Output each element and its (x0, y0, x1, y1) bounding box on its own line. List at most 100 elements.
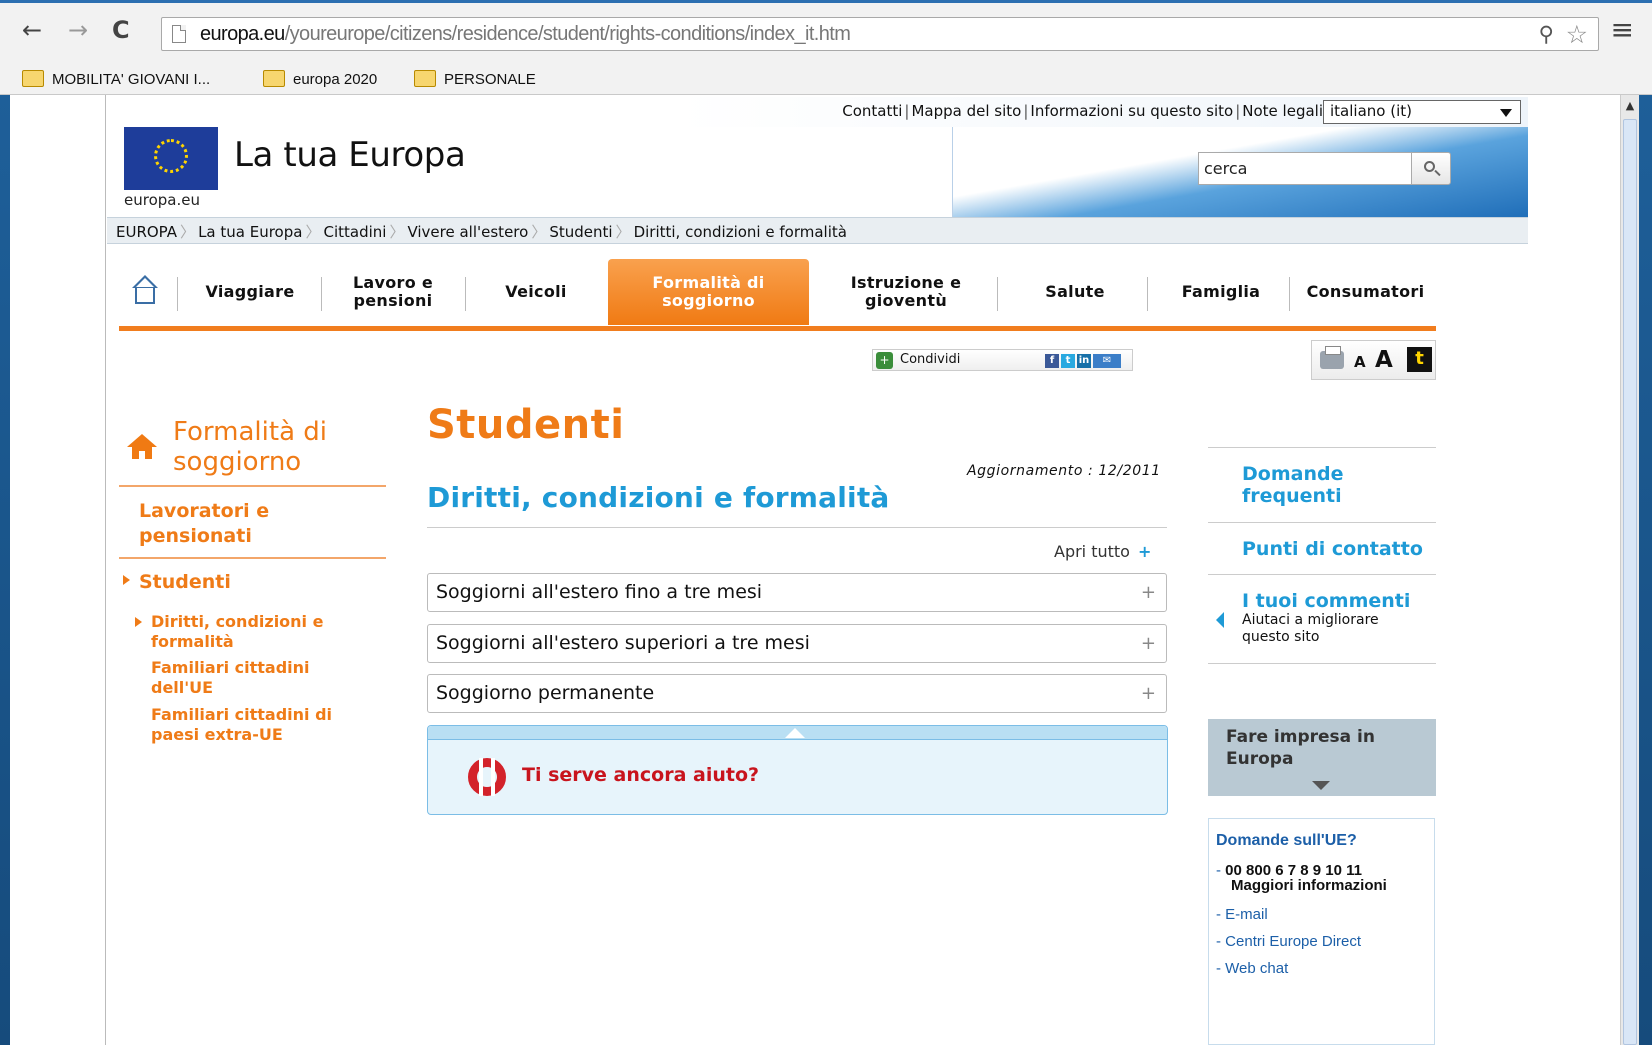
collapse-arrow-icon[interactable] (785, 728, 805, 738)
window-frame-left (0, 95, 10, 1045)
linkedin-icon[interactable]: in (1077, 354, 1091, 368)
search-button[interactable] (1411, 152, 1451, 185)
expand-icon: + (1140, 633, 1156, 654)
sidebar-title[interactable]: Formalità di soggiorno (173, 417, 393, 477)
font-small-button[interactable]: A (1354, 353, 1366, 371)
more-info-link[interactable]: Maggiori informazioni (1231, 878, 1387, 894)
bookmark-europa-2020[interactable]: europa 2020 (263, 70, 377, 92)
bookmark-personale[interactable]: PERSONALE (414, 70, 536, 92)
crumb-cittadini[interactable]: Cittadini (323, 223, 386, 241)
nav-underline (119, 326, 1436, 331)
link-note-legali[interactable]: Note legali (1242, 102, 1323, 120)
feedback-arrow-icon (1216, 612, 1224, 628)
text-version-button[interactable]: t (1407, 347, 1432, 372)
main-nav: Viaggiare Lavoro e pensioni Veicoli Form… (119, 259, 1436, 331)
page-subtitle: Diritti, condizioni e formalità (427, 481, 890, 514)
share-label: Condividi (900, 352, 961, 367)
section-home-icon (127, 434, 157, 460)
breadcrumb: EUROPA 〉 La tua Europa 〉 Cittadini 〉 Vivere al… (107, 217, 1528, 244)
expand-icon: + (1140, 683, 1156, 704)
crumb-la-tua-europa[interactable]: La tua Europa (198, 223, 302, 241)
right-divider (1208, 663, 1436, 664)
feedback-link[interactable]: I tuoi commenti (1242, 590, 1410, 612)
email-icon[interactable]: ✉ (1093, 354, 1121, 368)
expand-icon: + (1140, 582, 1156, 603)
site-title[interactable]: La tua Europa (234, 135, 466, 175)
facebook-icon[interactable]: f (1045, 354, 1059, 368)
business-label: Fare impresa in Europa (1226, 727, 1375, 769)
lifebuoy-icon (468, 758, 506, 796)
link-contatti[interactable]: Contatti (842, 102, 902, 120)
folder-icon (263, 70, 285, 87)
nav-formalita-soggiorno[interactable]: Formalità di soggiorno (608, 259, 809, 325)
nav-viaggiare[interactable]: Viaggiare (189, 259, 311, 325)
zoom-icon[interactable]: ⚲ (1539, 22, 1554, 46)
scroll-up-icon[interactable]: ▲ (1623, 99, 1637, 113)
font-large-button[interactable]: A (1375, 347, 1393, 373)
open-all-button[interactable]: Apri tutto + (1054, 542, 1151, 561)
address-bar[interactable]: europa.eu/youreurope/citizens/residence/… (161, 17, 1599, 51)
crumb-studenti[interactable]: Studenti (549, 223, 612, 241)
nav-consumatori[interactable]: Consumatori (1295, 259, 1436, 325)
sidebar-item-lavoratori[interactable]: Lavoratori e pensionati (139, 499, 339, 549)
folder-icon (414, 70, 436, 87)
dropdown-arrow-icon (1500, 109, 1512, 117)
share-icon: + (876, 352, 893, 369)
business-panel[interactable]: Fare impresa in Europa (1208, 719, 1436, 796)
page-tools: A A t (1311, 340, 1436, 380)
scroll-thumb[interactable] (1623, 119, 1637, 1045)
nav-istruzione-gioventu[interactable]: Istruzione e gioventù (821, 259, 991, 325)
folder-icon (22, 70, 44, 87)
nav-veicoli[interactable]: Veicoli (477, 259, 595, 325)
menu-icon[interactable]: ≡ (1611, 16, 1634, 44)
page: Contatti | Mappa del sito | Informazioni su … (107, 97, 1528, 1045)
url-text: europa.eu/youreurope/citizens/residence/… (200, 23, 851, 45)
nav-lavoro-pensioni[interactable]: Lavoro e pensioni (333, 259, 453, 325)
language-value: italiano (it) (1330, 102, 1412, 120)
print-icon[interactable] (1320, 346, 1344, 369)
bookmark-mobilita[interactable]: MOBILITA' GIOVANI I... (22, 70, 210, 92)
updated-date: Aggiornamento : 12/2011 (967, 463, 1161, 479)
share-widget[interactable]: + Condividi f t in ✉ (872, 349, 1133, 371)
window-frame-right (1639, 95, 1652, 1045)
accordion-item[interactable]: Soggiorni all'estero fino a tre mesi + (427, 573, 1167, 612)
europe-direct-link[interactable]: - Centri Europe Direct (1216, 934, 1361, 950)
crumb-current: Diritti, condizioni e formalità (633, 223, 847, 241)
home-icon[interactable] (131, 275, 159, 305)
link-informazioni[interactable]: Informazioni su questo sito (1030, 102, 1233, 120)
chevron-down-icon (1312, 781, 1330, 790)
sidebar-item-studenti[interactable]: Studenti (139, 570, 231, 595)
email-link[interactable]: - E-mail (1216, 907, 1268, 923)
crumb-vivere-estero[interactable]: Vivere all'estero (407, 223, 528, 241)
sidebar-sub-familiari-ue[interactable]: Familiari cittadini dell'UE (151, 658, 361, 698)
accordion-item[interactable]: Soggiorni all'estero superiori a tre mes… (427, 624, 1167, 663)
reload-icon[interactable]: C (112, 17, 130, 43)
subtitle-divider (427, 527, 1167, 528)
twitter-icon[interactable]: t (1061, 354, 1075, 368)
back-icon[interactable]: ← (22, 17, 42, 43)
eu-flag-logo[interactable] (124, 127, 218, 190)
bookmarks-bar: MOBILITA' GIOVANI I... europa 2020 PERSO… (0, 64, 1652, 95)
nav-famiglia[interactable]: Famiglia (1159, 259, 1283, 325)
help-label[interactable]: Ti serve ancora aiuto? (522, 764, 759, 786)
nav-salute[interactable]: Salute (1009, 259, 1141, 325)
right-divider (1208, 522, 1436, 523)
web-chat-link[interactable]: - Web chat (1216, 961, 1288, 977)
help-box[interactable]: Ti serve ancora aiuto? (427, 725, 1168, 815)
faq-link[interactable]: Domande frequenti (1242, 463, 1392, 507)
feedback-subtext: Aiutaci a migliorare questo sito (1242, 612, 1379, 645)
link-mappa[interactable]: Mappa del sito (911, 102, 1021, 120)
forward-icon[interactable]: → (68, 17, 88, 43)
accordion-item[interactable]: Soggiorno permanente + (427, 674, 1167, 713)
eu-stars-icon (154, 139, 188, 173)
star-icon[interactable]: ☆ (1566, 20, 1588, 49)
search-input[interactable]: cerca (1198, 152, 1411, 185)
scrollbar[interactable]: ▲ (1620, 95, 1639, 1045)
contact-points-link[interactable]: Punti di contatto (1242, 538, 1423, 560)
sidebar-sub-familiari-extra-ue[interactable]: Familiari cittadini di paesi extra-UE (151, 705, 371, 745)
right-divider (1208, 574, 1436, 575)
language-select[interactable]: italiano (it) (1323, 100, 1521, 124)
crumb-europa[interactable]: EUROPA (116, 223, 177, 241)
sidebar-sub-diritti[interactable]: Diritti, condizioni e formalità (151, 612, 361, 652)
right-divider (1208, 447, 1436, 448)
